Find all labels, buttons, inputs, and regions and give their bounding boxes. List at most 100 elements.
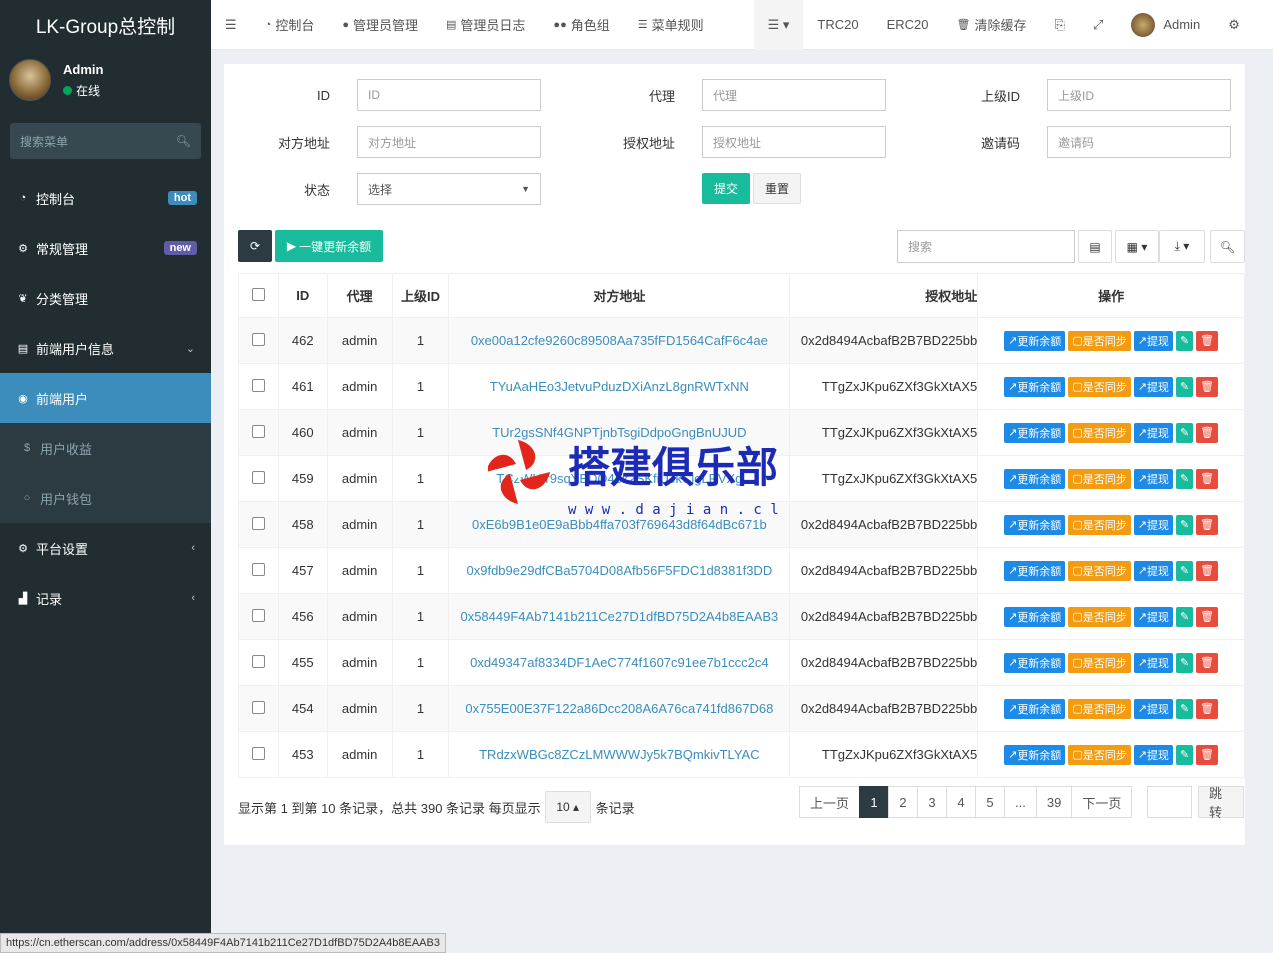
prev-page-button[interactable]: 上一页 [799,786,861,818]
withdraw-button[interactable]: ↗ 提现 [1133,744,1173,765]
row-checkbox[interactable] [238,363,279,410]
row-checkbox[interactable] [238,639,279,686]
refresh-button[interactable]: ⟳ [238,230,272,262]
cell-peer-address[interactable]: 0x9fdb9e29dfCBa5704D08Afb56F5FDC1d8381f3… [448,547,791,594]
withdraw-button[interactable]: ↗ 提现 [1133,606,1173,627]
cell-peer-address[interactable]: TRdzxWBGc8ZCzLMWWWJy5k7BQmkivTLYAC [448,731,791,778]
cell-peer-address[interactable]: 0xE6b9B1e0E9aBbb4ffa703f769643d8f64dBc67… [448,501,791,548]
peer-address-input[interactable]: 对方地址 [357,126,541,158]
cell-peer-address[interactable]: 0xd49347af8334DF1AeC774f1607c91ee7b1ccc2… [448,639,791,686]
peer-address-link[interactable]: TUr2gsSNf4GNPTjnbTsgiDdpoGngBnUJUD [492,425,746,440]
sidebar-item-0[interactable]: ◔ 控制台 hot [0,173,211,223]
col-agent[interactable]: 代理 [326,273,393,318]
cell-peer-address[interactable]: 0xe00a12cfe9260c89508Aa735fFD1564CafF6c4… [448,317,791,364]
page-button[interactable]: 1 [859,786,890,818]
nav-trc20[interactable]: TRC20 [803,0,872,50]
edit-icon[interactable]: ✎ [1175,652,1194,673]
peer-address-link[interactable]: 0x755E00E37F122a86Dcc208A6A76ca741fd867D… [465,701,773,716]
delete-icon[interactable]: 🗑︎ [1196,376,1219,397]
cell-peer-address[interactable]: 0x755E00E37F122a86Dcc208A6A76ca741fd867D… [448,685,791,732]
sync-toggle-button[interactable]: ▢ 是否同步 [1068,652,1131,673]
columns-dropdown[interactable]: ▦ ▾ [1115,230,1159,263]
withdraw-button[interactable]: ↗ 提现 [1133,698,1173,719]
row-checkbox[interactable] [238,593,279,640]
nav-erc20[interactable]: ERC20 [873,0,943,50]
page-button[interactable]: 3 [917,786,948,818]
jump-button[interactable]: 跳转 [1198,786,1244,820]
nav-menu-rule[interactable]: ☰ 菜单规则 [624,0,718,50]
col-auth-address[interactable]: 授权地址 [789,273,979,318]
page-button[interactable]: 2 [888,786,919,818]
page-button[interactable]: ... [1004,786,1037,818]
delete-icon[interactable]: 🗑︎ [1196,606,1219,627]
page-button[interactable]: 4 [946,786,977,818]
invite-code-input[interactable]: 邀请码 [1047,126,1231,158]
nav-more-dropdown[interactable]: ☰ ▾ [753,0,804,50]
settings-icon[interactable]: ⚙ [1214,0,1254,50]
page-button[interactable]: 39 [1035,786,1073,818]
brand-logo[interactable]: LK-Group总控制 [0,0,211,50]
export-dropdown[interactable]: ⤓ ▾ [1159,230,1205,263]
reset-button[interactable]: 重置 [753,173,801,204]
withdraw-button[interactable]: ↗ 提现 [1133,652,1173,673]
delete-icon[interactable]: 🗑︎ [1196,698,1219,719]
table-search-input[interactable]: 搜索 [897,230,1075,263]
delete-icon[interactable]: 🗑︎ [1196,514,1219,535]
row-checkbox[interactable] [238,455,279,502]
nav-admin-manage[interactable]: ● 管理员管理 [328,0,432,50]
row-checkbox[interactable] [238,409,279,456]
edit-icon[interactable]: ✎ [1175,330,1194,351]
update-balance-button[interactable]: ↗ 更新余额 [1004,560,1066,581]
select-all-checkbox[interactable] [238,273,279,318]
sidebar-item-3[interactable]: ▤ 前端用户信息 ⌄ [0,323,211,373]
sync-toggle-button[interactable]: ▢ 是否同步 [1068,698,1131,719]
admin-menu[interactable]: Admin [1117,0,1214,50]
edit-icon[interactable]: ✎ [1175,514,1194,535]
search-icon[interactable]: 🔍︎ [176,134,191,148]
cell-peer-address[interactable]: TUr2gsSNf4GNPTjnbTsgiDdpoGngBnUJUD [448,409,791,456]
sidebar-item-1[interactable]: ⚙ 常规管理 new [0,223,211,273]
jump-page-input[interactable] [1147,786,1192,818]
col-id[interactable]: ID [277,273,328,318]
agent-input[interactable]: 代理 [702,79,886,111]
page-size-dropdown[interactable]: 10 ▴ [544,791,591,823]
withdraw-button[interactable]: ↗ 提现 [1133,330,1173,351]
delete-icon[interactable]: 🗑︎ [1196,652,1219,673]
update-balance-button[interactable]: ↗ 更新余额 [1004,376,1066,397]
edit-icon[interactable]: ✎ [1175,606,1194,627]
cell-peer-address[interactable]: 0x58449F4Ab7141b211Ce27D1dfBD75D2A4b8EAA… [448,593,791,640]
sidebar-item-2[interactable]: ❦ 分类管理 [0,273,211,323]
delete-icon[interactable]: 🗑︎ [1196,560,1219,581]
language-icon[interactable]: ⎘ [1041,0,1079,50]
delete-icon[interactable]: 🗑︎ [1196,468,1219,489]
withdraw-button[interactable]: ↗ 提现 [1133,514,1173,535]
delete-icon[interactable]: 🗑︎ [1196,422,1219,443]
page-button[interactable]: 5 [975,786,1006,818]
sync-toggle-button[interactable]: ▢ 是否同步 [1068,376,1131,397]
update-balance-button[interactable]: ↗ 更新余额 [1004,744,1066,765]
sync-toggle-button[interactable]: ▢ 是否同步 [1068,468,1131,489]
peer-address-link[interactable]: 0x58449F4Ab7141b211Ce27D1dfBD75D2A4b8EAA… [460,609,778,624]
row-checkbox[interactable] [238,685,279,732]
edit-icon[interactable]: ✎ [1175,376,1194,397]
update-all-balance-button[interactable]: ▶ 一键更新余额 [275,230,383,262]
update-balance-button[interactable]: ↗ 更新余额 [1004,698,1066,719]
row-checkbox[interactable] [238,317,279,364]
nav-dashboard[interactable]: ◔ 控制台 [251,0,329,50]
update-balance-button[interactable]: ↗ 更新余额 [1004,606,1066,627]
update-balance-button[interactable]: ↗ 更新余额 [1004,514,1066,535]
sidebar-item-5[interactable]: $ 用户收益 [0,423,211,473]
sidebar-toggle-icon[interactable]: ☰ [211,0,251,50]
delete-icon[interactable]: 🗑︎ [1196,744,1219,765]
sync-toggle-button[interactable]: ▢ 是否同步 [1068,560,1131,581]
cell-peer-address[interactable]: TCzWHfr9sqYBDQ4ek2SKfiUJkCjgLRVXg [448,455,791,502]
next-page-button[interactable]: 下一页 [1071,786,1133,818]
peer-address-link[interactable]: 0xe00a12cfe9260c89508Aa735fFD1564CafF6c4… [471,333,768,348]
submit-button[interactable]: 提交 [702,173,750,204]
cell-peer-address[interactable]: TYuAaHEo3JetvuPduzDXiAnzL8gnRWTxNN [448,363,791,410]
withdraw-button[interactable]: ↗ 提现 [1133,468,1173,489]
row-checkbox[interactable] [238,547,279,594]
advanced-search-button[interactable]: 🔍︎ [1210,230,1245,263]
sidebar-item-7[interactable]: ⚙ 平台设置 ‹ [0,523,211,573]
update-balance-button[interactable]: ↗ 更新余额 [1004,652,1066,673]
